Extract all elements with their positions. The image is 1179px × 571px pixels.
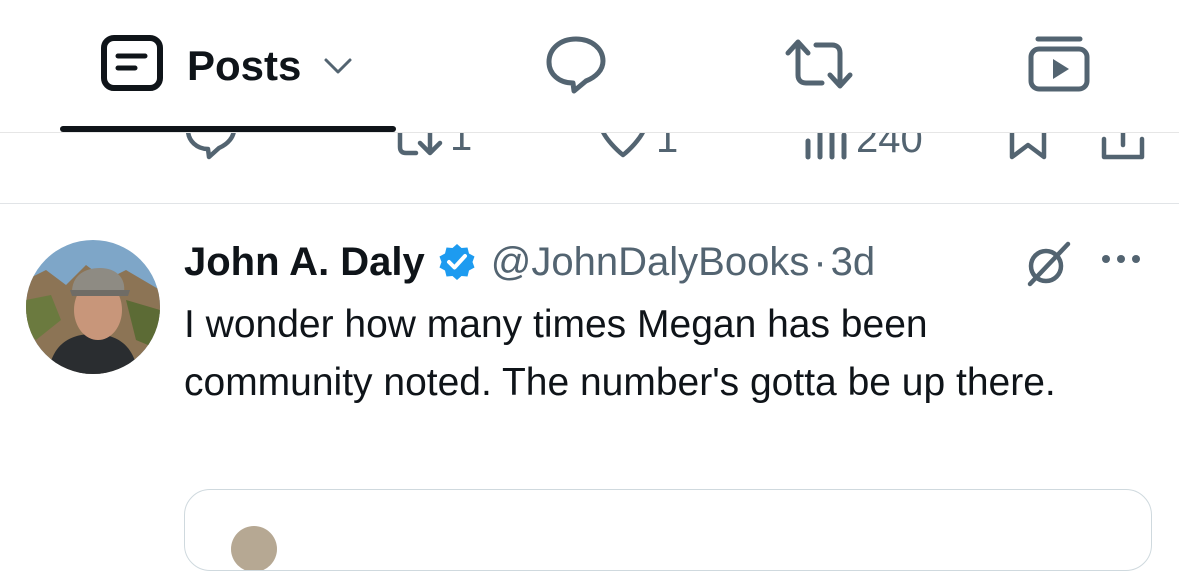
author-handle[interactable]: @JohnDalyBooks: [491, 240, 810, 285]
verified-badge-icon: [437, 242, 477, 282]
quoted-post-avatar: [231, 526, 277, 570]
post-text: I wonder how many times Megan has been c…: [184, 303, 1056, 404]
reply-button[interactable]: [184, 133, 238, 173]
tab-replies[interactable]: [544, 0, 608, 132]
time-separator: ·: [813, 239, 827, 284]
chevron-down-icon[interactable]: [323, 57, 353, 75]
tab-posts[interactable]: Posts: [101, 0, 353, 132]
more-options-icon[interactable]: [1098, 244, 1144, 279]
post-divider: [0, 203, 1179, 204]
repost-count: 1: [450, 133, 473, 159]
bookmark-button[interactable]: [1008, 133, 1048, 173]
active-tab-indicator: [60, 126, 396, 132]
post-header: John A. Daly @JohnDalyBooks · 3d: [184, 234, 875, 290]
views-button[interactable]: 240: [802, 133, 923, 173]
bookmark-icon: [1008, 133, 1048, 173]
tab-posts-label: Posts: [187, 42, 302, 89]
media-icon: [1028, 35, 1090, 98]
previous-post-actions: 1 1 240: [0, 133, 1179, 203]
tab-reposts[interactable]: [784, 0, 854, 132]
reply-icon: [184, 133, 238, 173]
like-count: 1: [656, 133, 679, 161]
views-icon: [802, 133, 850, 173]
like-button[interactable]: 1: [596, 133, 678, 173]
repost-button[interactable]: 1: [396, 133, 472, 169]
repost-icon: [784, 37, 854, 96]
tab-media[interactable]: [1028, 0, 1090, 132]
post-time[interactable]: 3d: [831, 240, 876, 285]
avatar[interactable]: [26, 240, 160, 374]
heart-icon: [596, 133, 650, 173]
posts-icon: [101, 34, 165, 98]
author-name[interactable]: John A. Daly: [184, 240, 425, 285]
quoted-post-card[interactable]: [184, 489, 1152, 571]
share-button[interactable]: [1100, 133, 1146, 173]
grok-icon[interactable]: [1022, 238, 1074, 293]
views-count: 240: [856, 133, 923, 161]
reply-icon: [544, 34, 608, 99]
share-icon: [1100, 133, 1146, 173]
repost-icon: [396, 133, 444, 169]
profile-tab-bar: Posts: [0, 0, 1179, 133]
